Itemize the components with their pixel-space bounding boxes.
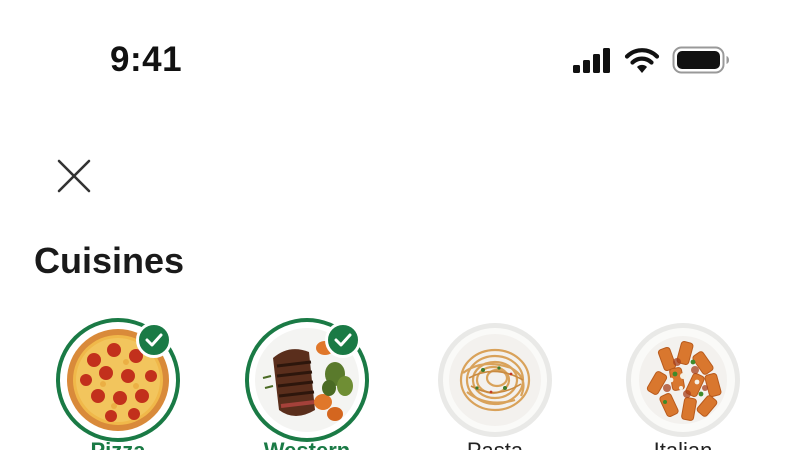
status-icons <box>572 45 730 75</box>
spaghetti-image <box>438 323 552 437</box>
cuisine-option-italian[interactable] <box>621 318 745 450</box>
close-icon <box>57 159 91 193</box>
screen: 9:41 Cuisines <box>0 0 800 450</box>
checkmark-icon <box>334 333 352 347</box>
section-title: Cuisines <box>34 240 185 281</box>
battery-icon <box>672 46 729 74</box>
checkmark-icon <box>145 333 163 347</box>
cuisine-thumbnail <box>621 318 745 442</box>
signal-icon <box>573 48 610 73</box>
cuisine-label-pasta: Pasta <box>433 438 557 450</box>
selected-check-badge <box>136 322 172 358</box>
cuisine-option-western[interactable] <box>245 318 369 450</box>
rigatoni-image <box>626 323 740 437</box>
cuisine-label-pizza: Pizza <box>56 438 180 450</box>
status-time: 9:41 <box>110 40 183 79</box>
selected-check-badge <box>325 322 361 358</box>
cuisine-label-italian: Italian <box>621 438 745 450</box>
cuisine-option-pizza[interactable] <box>56 318 180 450</box>
cuisine-label-western: Western <box>245 438 369 450</box>
close-button[interactable] <box>52 154 96 198</box>
wifi-icon <box>624 48 660 73</box>
cuisine-option-pasta[interactable] <box>433 318 557 450</box>
cuisine-thumbnail <box>433 318 557 442</box>
